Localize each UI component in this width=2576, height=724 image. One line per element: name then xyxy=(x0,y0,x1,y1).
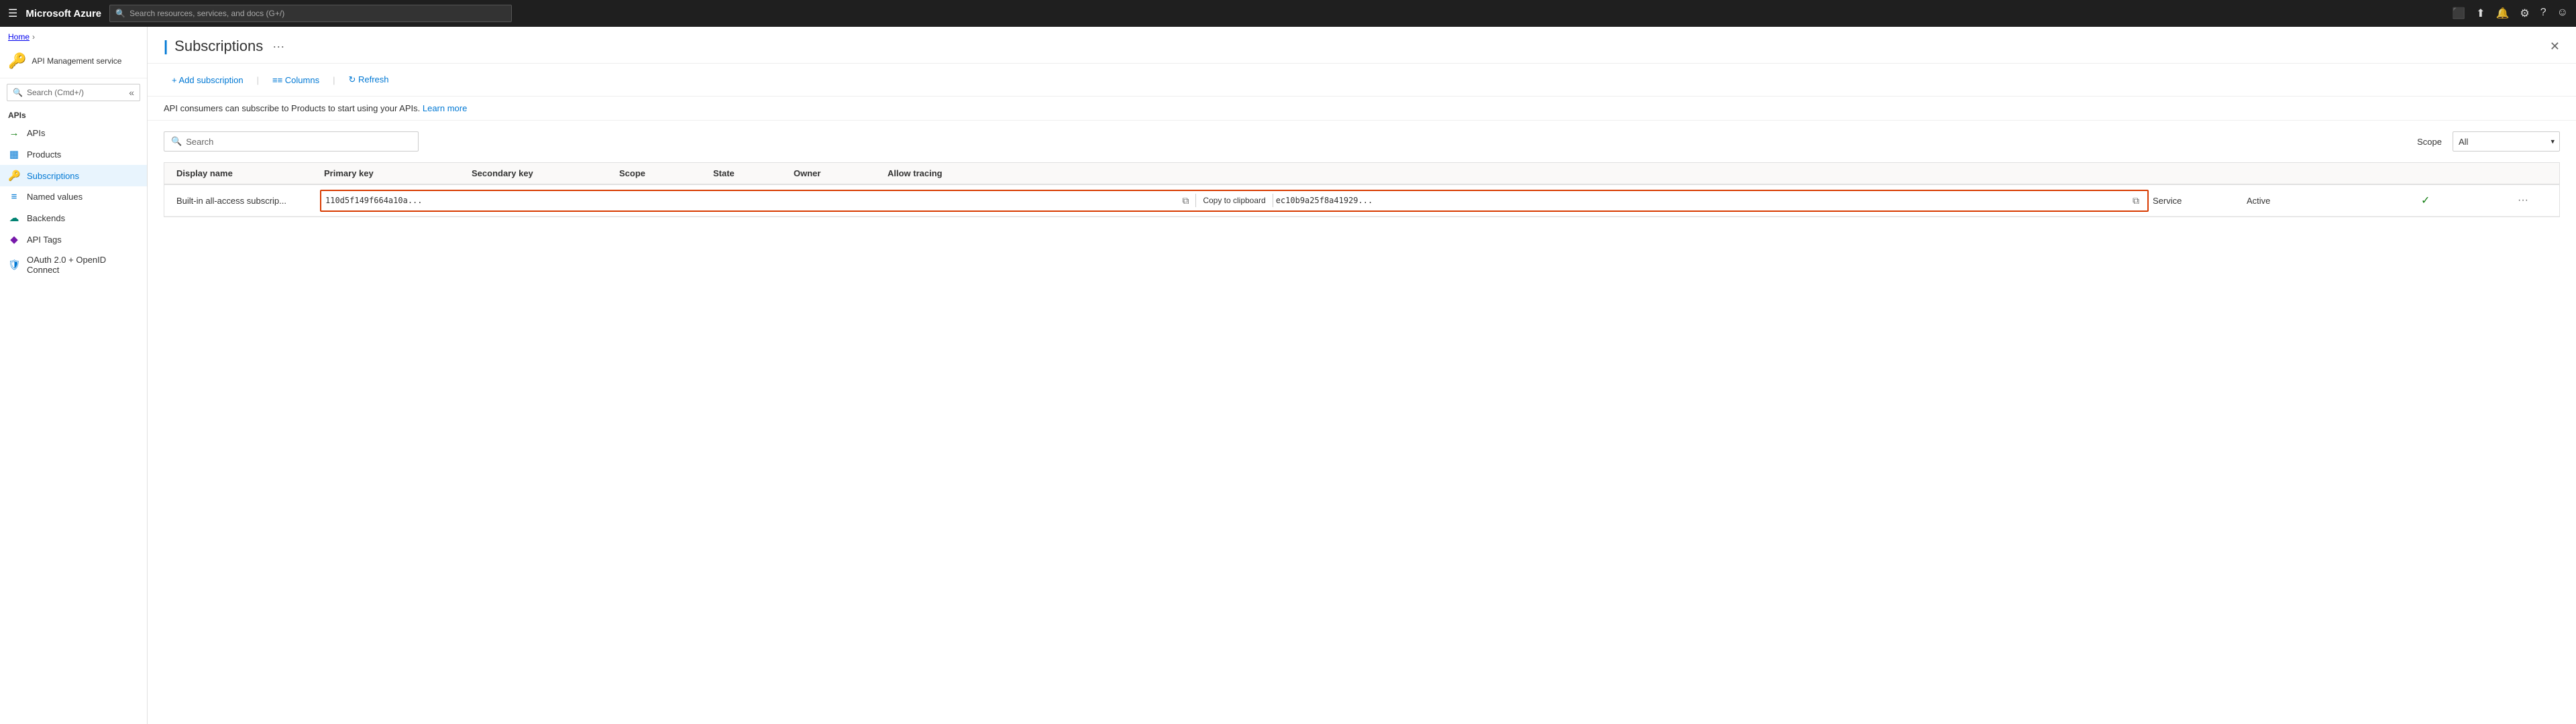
sidebar-section-apis: APIs xyxy=(0,107,147,123)
allow-tracing-check-icon: ✓ xyxy=(2421,195,2430,206)
named-values-icon: ≡ xyxy=(8,191,20,202)
service-key-icon: 🔑 xyxy=(8,52,26,70)
page-title: Subscriptions xyxy=(174,38,263,55)
search-filter-row: 🔍 Search Scope All Product API Global ▾ xyxy=(164,131,2560,152)
info-bar: API consumers can subscribe to Products … xyxy=(148,97,2576,121)
sidebar-item-api-tags-label: API Tags xyxy=(27,235,62,245)
apis-icon: → xyxy=(8,127,20,139)
help-icon[interactable]: ? xyxy=(2540,7,2546,20)
search-input-box[interactable]: 🔍 Search xyxy=(164,131,419,152)
sidebar-item-products-label: Products xyxy=(27,149,61,160)
cell-allow-tracing: ✓ xyxy=(2417,187,2511,214)
search-icon: 🔍 xyxy=(115,9,125,18)
breadcrumb-separator: › xyxy=(32,32,35,42)
content-area: 🔍 Search Scope All Product API Global ▾ xyxy=(148,121,2576,228)
products-icon: ▦ xyxy=(8,148,20,160)
col-header-allow-tracing: Allow tracing xyxy=(883,163,977,184)
learn-more-link[interactable]: Learn more xyxy=(423,103,467,113)
col-header-secondary-key: Secondary key xyxy=(468,163,615,184)
search-placeholder: Search resources, services, and docs (G+… xyxy=(129,9,284,18)
sidebar-search-icon: 🔍 xyxy=(13,88,23,97)
toolbar-separator-1: | xyxy=(257,75,259,85)
sidebar-item-backends[interactable]: ☁ Backends xyxy=(0,207,147,229)
sidebar-item-products[interactable]: ▦ Products xyxy=(0,143,147,165)
col-header-primary-key: Primary key xyxy=(320,163,468,184)
sidebar-search-placeholder: Search (Cmd+/) xyxy=(27,88,84,97)
title-more-button[interactable]: ··· xyxy=(272,40,284,54)
service-header: 🔑 API Management service xyxy=(0,47,147,78)
scope-wrapper: All Product API Global ▾ xyxy=(2453,131,2560,152)
cloud-shell-icon[interactable]: ⬛ xyxy=(2452,7,2465,20)
cell-owner xyxy=(2323,194,2417,207)
copy-to-clipboard-label: Copy to clipboard xyxy=(1199,196,1269,205)
breadcrumb-home[interactable]: Home xyxy=(8,32,30,42)
sidebar-item-oauth-label: OAuth 2.0 + OpenID Connect xyxy=(27,255,139,275)
table-header: Display name Primary key Secondary key S… xyxy=(164,163,2559,185)
refresh-button[interactable]: ↻ Refresh xyxy=(340,70,396,89)
cell-state: Active xyxy=(2243,189,2323,213)
sidebar-collapse-btn[interactable]: « xyxy=(129,87,134,98)
info-text: API consumers can subscribe to Products … xyxy=(164,103,420,113)
main-header: | Subscriptions ··· ✕ xyxy=(148,27,2576,64)
upload-icon[interactable]: ⬆ xyxy=(2476,7,2485,20)
col-header-scope: Scope xyxy=(615,163,709,184)
service-name-label: API Management service xyxy=(32,56,121,66)
toolbar: + Add subscription | ≡≡ Columns | ↻ Refr… xyxy=(148,64,2576,97)
sidebar-item-named-values[interactable]: ≡ Named values xyxy=(0,186,147,207)
sidebar-item-backends-label: Backends xyxy=(27,213,65,223)
toolbar-separator-2: | xyxy=(333,75,335,85)
breadcrumb: Home › xyxy=(0,27,147,47)
col-header-state: State xyxy=(709,163,790,184)
subscriptions-icon: 🔑 xyxy=(8,170,20,182)
sidebar-item-api-tags[interactable]: ◆ API Tags xyxy=(0,229,147,250)
primary-key-value: 110d5f149f664a10a... xyxy=(325,196,1177,205)
close-button[interactable]: ✕ xyxy=(2550,40,2560,54)
oauth-icon: 🛡 xyxy=(8,259,20,271)
main-content: | Subscriptions ··· ✕ + Add subscription… xyxy=(148,27,2576,724)
cell-row-actions: ··· xyxy=(2511,185,2551,216)
azure-logo: Microsoft Azure xyxy=(25,8,101,19)
col-header-display-name: Display name xyxy=(172,163,320,184)
col-header-actions xyxy=(977,163,1018,184)
hamburger-menu[interactable]: ☰ xyxy=(8,7,17,20)
scope-select[interactable]: All Product API Global xyxy=(2453,131,2560,152)
subscriptions-table: Display name Primary key Secondary key S… xyxy=(164,162,2560,217)
scope-label: Scope xyxy=(2417,137,2442,147)
columns-button[interactable]: ≡≡ Columns xyxy=(264,71,327,89)
sidebar-item-oauth[interactable]: 🛡 OAuth 2.0 + OpenID Connect xyxy=(0,250,147,280)
primary-key-copy-button[interactable]: ⧉ xyxy=(1178,194,1193,208)
search-input-icon: 🔍 xyxy=(171,136,182,147)
account-icon[interactable]: ☺ xyxy=(2557,7,2568,20)
cell-scope: Service xyxy=(2149,189,2243,213)
notification-icon[interactable]: 🔔 xyxy=(2496,7,2509,20)
keys-highlighted-area: 110d5f149f664a10a... ⧉ Copy to clipboard… xyxy=(320,190,2149,212)
col-header-owner: Owner xyxy=(790,163,883,184)
global-search-bar[interactable]: 🔍 Search resources, services, and docs (… xyxy=(109,5,512,22)
nav-icon-group: ⬛ ⬆ 🔔 ⚙ ? ☺ xyxy=(2452,7,2568,20)
secondary-key-value: ec10b9a25f8a41929... xyxy=(1276,196,2127,205)
settings-icon[interactable]: ⚙ xyxy=(2520,7,2529,20)
sidebar-item-named-values-label: Named values xyxy=(27,192,83,202)
title-divider: | xyxy=(164,38,168,55)
sidebar-item-subscriptions[interactable]: 🔑 Subscriptions xyxy=(0,165,147,186)
sidebar-search[interactable]: 🔍 Search (Cmd+/) « xyxy=(7,84,140,101)
top-navigation: ☰ Microsoft Azure 🔍 Search resources, se… xyxy=(0,0,2576,27)
sidebar-item-subscriptions-label: Subscriptions xyxy=(27,171,79,181)
row-actions-button[interactable]: ··· xyxy=(2515,192,2531,209)
table-row: Built-in all-access subscrip... 110d5f14… xyxy=(164,185,2559,217)
search-input-placeholder: Search xyxy=(186,137,213,147)
secondary-key-copy-button[interactable]: ⧉ xyxy=(2129,194,2143,208)
backends-icon: ☁ xyxy=(8,212,20,224)
key-divider xyxy=(1195,194,1196,207)
sidebar-item-apis-label: APIs xyxy=(27,128,45,138)
api-tags-icon: ◆ xyxy=(8,233,20,245)
cell-display-name: Built-in all-access subscrip... xyxy=(172,189,320,213)
sidebar: Home › 🔑 API Management service 🔍 Search… xyxy=(0,27,148,724)
sidebar-item-apis[interactable]: → APIs xyxy=(0,123,147,143)
page-title-area: | Subscriptions ··· xyxy=(164,38,2550,55)
add-subscription-button[interactable]: + Add subscription xyxy=(164,71,252,89)
